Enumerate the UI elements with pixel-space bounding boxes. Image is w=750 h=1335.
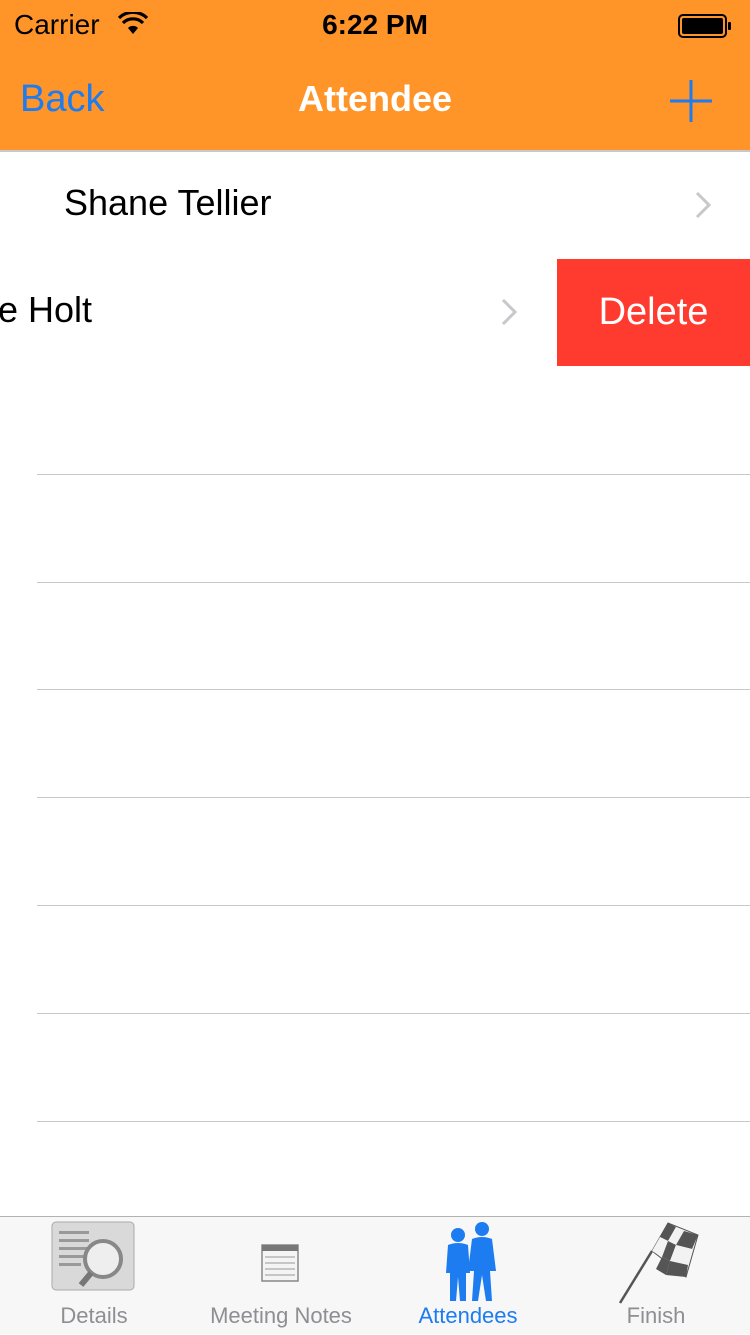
tab-finish[interactable]: Finish bbox=[562, 1217, 750, 1335]
row-separator bbox=[37, 797, 750, 798]
row-separator bbox=[37, 1121, 750, 1122]
chevron-right-icon bbox=[501, 298, 518, 326]
row-separator bbox=[37, 474, 750, 475]
row-separator bbox=[37, 905, 750, 906]
people-icon bbox=[446, 1222, 496, 1301]
tab-attendees[interactable]: Attendees bbox=[374, 1217, 562, 1335]
status-time: 6:22 PM bbox=[322, 9, 428, 40]
tab-label: Details bbox=[60, 1303, 128, 1328]
plus-icon[interactable] bbox=[668, 78, 714, 124]
tab-label: Finish bbox=[626, 1303, 686, 1328]
attendee-list: Shane Tellier e Holt Delete bbox=[0, 152, 750, 1216]
attendee-name: Shane Tellier bbox=[64, 182, 272, 223]
delete-button[interactable]: Delete bbox=[557, 259, 750, 366]
navigation-bar: Back Attendee bbox=[0, 52, 750, 150]
row-separator bbox=[37, 689, 750, 690]
attendee-name: e Holt bbox=[0, 289, 93, 330]
magnifier-document-icon bbox=[51, 1221, 135, 1291]
tab-details[interactable]: Details bbox=[0, 1217, 188, 1335]
row-separator bbox=[37, 582, 750, 583]
page-title: Attendee bbox=[297, 78, 453, 119]
checkered-flag-icon bbox=[618, 1222, 699, 1304]
list-item-attendee-swiped[interactable]: e Holt bbox=[0, 259, 557, 367]
tab-meeting-notes[interactable]: Meeting Notes bbox=[187, 1217, 375, 1335]
battery-icon bbox=[678, 14, 731, 38]
list-item-attendee[interactable]: Shane Tellier bbox=[0, 152, 750, 260]
tab-label: Attendees bbox=[418, 1303, 518, 1328]
tab-bar: Details Meeting Notes Attendees Finish bbox=[0, 1216, 750, 1334]
chevron-right-icon bbox=[695, 191, 712, 219]
status-bar: Carrier 6:22 PM bbox=[0, 0, 750, 52]
tab-label: Meeting Notes bbox=[210, 1303, 352, 1328]
header: Carrier 6:22 PM Back Attendee bbox=[0, 0, 750, 152]
notepad-icon bbox=[261, 1244, 299, 1282]
row-separator bbox=[37, 1013, 750, 1014]
